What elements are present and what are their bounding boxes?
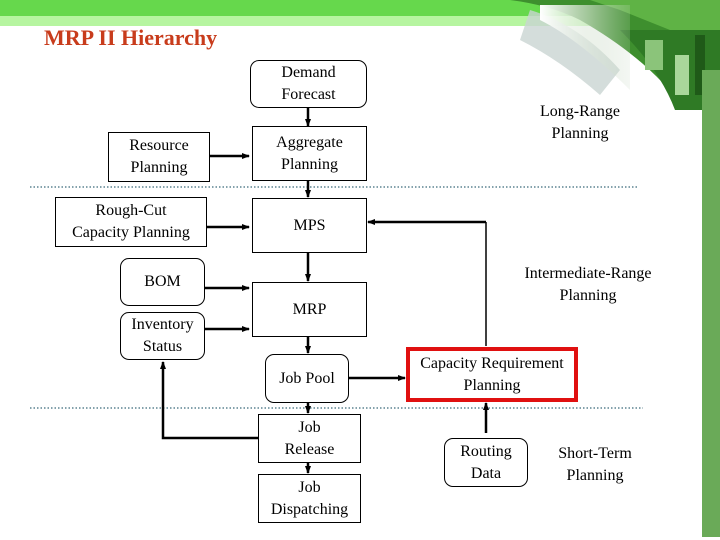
node-mps: MPS (252, 198, 367, 253)
page-title: MRP II Hierarchy (44, 25, 218, 50)
node-mrp: MRP (252, 282, 367, 337)
header-photo-decoration (470, 0, 720, 110)
node-job-dispatching: Job Dispatching (258, 474, 361, 523)
node-resource-planning: Resource Planning (108, 132, 210, 182)
side-decoration-bar (702, 70, 720, 537)
label-short-term-planning: Short-Term Planning (558, 445, 632, 484)
node-capacity-requirement-planning: Capacity Requirement Planning (406, 347, 578, 402)
label-intermediate-range-planning: Intermediate-Range Planning (524, 265, 652, 304)
node-demand-forecast: Demand Forecast (250, 60, 367, 108)
node-job-pool: Job Pool (265, 354, 349, 403)
label-long-range-planning: Long-Range Planning (540, 103, 620, 142)
node-routing-data: Routing Data (444, 438, 528, 487)
node-aggregate-planning: Aggregate Planning (252, 126, 367, 181)
node-job-release: Job Release (258, 414, 361, 463)
node-rough-cut-capacity-planning: Rough-Cut Capacity Planning (55, 197, 207, 247)
node-inventory-status: Inventory Status (120, 312, 205, 360)
node-bom: BOM (120, 258, 205, 306)
edge-release-to-inventory (160, 361, 258, 440)
